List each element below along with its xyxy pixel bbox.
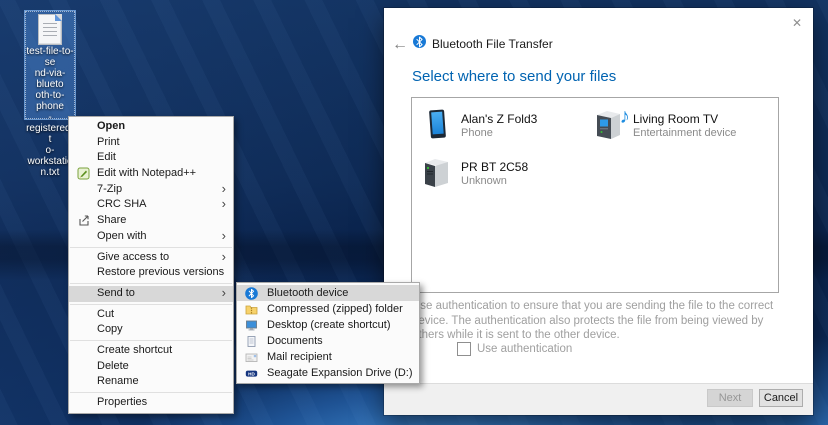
- context-menu-item-properties[interactable]: Properties: [69, 395, 233, 411]
- share-icon: [77, 214, 90, 227]
- use-authentication-label: Use authentication: [477, 343, 572, 355]
- menu-item-label: Delete: [97, 360, 129, 372]
- desktop-file-label-line: oth-to-phone: [25, 90, 75, 112]
- zipped-folder-icon: [245, 303, 258, 316]
- context-menu-item-crc-sha[interactable]: CRC SHA ›: [69, 197, 233, 213]
- context-menu-item-copy[interactable]: Copy: [69, 322, 233, 338]
- submenu-arrow-icon: ›: [222, 181, 226, 197]
- menu-separator: [70, 392, 232, 393]
- context-menu-item-edit[interactable]: Edit: [69, 150, 233, 166]
- context-menu-item-cut[interactable]: Cut: [69, 307, 233, 323]
- menu-item-label: Documents: [267, 335, 323, 347]
- submenu-arrow-icon: ›: [222, 196, 226, 212]
- menu-item-label: CRC SHA: [97, 198, 147, 210]
- device-item-living-room-tv[interactable]: ♪Living Room TVEntertainment device: [594, 106, 766, 154]
- send-to-item-mail-recipient[interactable]: Mail recipient: [237, 349, 419, 365]
- context-menu-item-give-access-to[interactable]: Give access to ›: [69, 250, 233, 266]
- menu-item-label: Share: [97, 214, 126, 226]
- music-note-icon: ♪: [620, 105, 631, 129]
- context-menu-item-7-zip[interactable]: 7-Zip ›: [69, 182, 233, 198]
- device-name: Living Room TV: [633, 108, 736, 126]
- context-menu-item-send-to[interactable]: Send to ›: [69, 286, 233, 302]
- menu-item-label: Give access to: [97, 251, 169, 263]
- menu-item-label: Restore previous versions: [97, 266, 224, 278]
- send-to-item-seagate-expansion-drive-d[interactable]: HD Seagate Expansion Drive (D:): [237, 365, 419, 381]
- notepad-plus-plus-icon: [77, 167, 90, 180]
- device-item-alan-s-z-fold3[interactable]: Alan's Z Fold3Phone: [422, 106, 594, 154]
- desktop-shortcut-icon: [245, 319, 258, 332]
- context-menu: OpenPrintEditEdit with Notepad++7-Zip›CR…: [68, 116, 234, 414]
- bluetooth-icon: [413, 35, 426, 48]
- desktop-file-label-line: nd-via-blueto: [25, 68, 75, 90]
- media-device-icon: ♪: [594, 108, 626, 144]
- context-menu-item-create-shortcut[interactable]: Create shortcut: [69, 343, 233, 359]
- menu-separator: [70, 247, 232, 248]
- context-menu-item-open[interactable]: Open: [69, 119, 233, 135]
- context-menu-item-delete[interactable]: Delete: [69, 359, 233, 375]
- device-type: Unknown: [461, 175, 528, 187]
- submenu-arrow-icon: ›: [222, 228, 226, 244]
- send-to-item-documents[interactable]: Documents: [237, 333, 419, 349]
- next-button[interactable]: Next: [707, 389, 753, 407]
- close-icon[interactable]: ✕: [792, 16, 802, 30]
- menu-separator: [70, 283, 232, 284]
- menu-item-label: Edit with Notepad++: [97, 167, 196, 179]
- menu-item-label: Create shortcut: [97, 344, 172, 356]
- context-menu-item-edit-with-notepad[interactable]: Edit with Notepad++: [69, 166, 233, 182]
- dialog-title: Bluetooth File Transfer: [432, 37, 553, 51]
- dialog-footer: Next Cancel: [384, 383, 813, 415]
- dialog-heading: Select where to send your files: [412, 68, 616, 85]
- menu-item-label: Mail recipient: [267, 351, 332, 363]
- device-type: Entertainment device: [633, 127, 736, 139]
- context-menu-item-restore-previous-versions[interactable]: Restore previous versions: [69, 265, 233, 281]
- menu-item-label: Edit: [97, 151, 116, 163]
- back-arrow-icon[interactable]: ←: [392, 36, 408, 54]
- menu-item-label: Send to: [97, 287, 135, 299]
- menu-item-label: Cut: [97, 308, 114, 320]
- desktop-background[interactable]: test-file-to-send-via-bluetooth-to-phone…: [0, 0, 828, 425]
- send-to-submenu: Bluetooth device Compressed (zipped) fold…: [236, 282, 420, 384]
- bluetooth-file-transfer-dialog: ✕ ← Bluetooth File Transfer Select where…: [384, 8, 813, 415]
- menu-item-label: Rename: [97, 375, 139, 387]
- menu-item-label: Copy: [97, 323, 123, 335]
- menu-item-label: Bluetooth device: [267, 287, 348, 299]
- bluetooth-icon: [245, 287, 258, 300]
- device-name: PR BT 2C58: [461, 156, 528, 174]
- context-menu-item-print[interactable]: Print: [69, 135, 233, 151]
- phone-icon: [422, 108, 454, 144]
- drive-icon: HD: [245, 367, 258, 380]
- use-authentication-checkbox[interactable]: [457, 342, 471, 356]
- send-to-item-bluetooth-device[interactable]: Bluetooth device: [237, 285, 419, 301]
- device-type: Phone: [461, 127, 537, 139]
- computer-tower-icon: [422, 156, 454, 192]
- documents-icon: [245, 335, 258, 348]
- device-list: Alan's Z Fold3Phone♪Living Room TVEntert…: [411, 97, 779, 293]
- menu-separator: [70, 304, 232, 305]
- mail-icon: [245, 351, 258, 364]
- send-to-item-compressed-zipped-folder[interactable]: Compressed (zipped) folder: [237, 301, 419, 317]
- desktop-file-icon[interactable]: test-file-to-send-via-bluetooth-to-phone…: [24, 10, 76, 120]
- desktop-file-label-line: test-file-to-se: [25, 46, 75, 68]
- cancel-button[interactable]: Cancel: [759, 389, 803, 407]
- menu-item-label: Seagate Expansion Drive (D:): [267, 367, 413, 379]
- menu-item-label: Open with: [97, 230, 147, 242]
- context-menu-item-share[interactable]: Share: [69, 213, 233, 229]
- menu-item-label: Print: [97, 136, 120, 148]
- device-name: Alan's Z Fold3: [461, 108, 537, 126]
- menu-separator: [70, 340, 232, 341]
- menu-item-label: Compressed (zipped) folder: [267, 303, 403, 315]
- submenu-arrow-icon: ›: [222, 249, 226, 265]
- device-item-pr-bt-2c58[interactable]: PR BT 2C58Unknown: [422, 154, 594, 202]
- submenu-arrow-icon: ›: [222, 285, 226, 301]
- send-to-item-desktop-create-shortcut[interactable]: Desktop (create shortcut): [237, 317, 419, 333]
- menu-item-label: Desktop (create shortcut): [267, 319, 391, 331]
- text-file-icon: [38, 14, 62, 45]
- menu-item-label: 7-Zip: [97, 183, 122, 195]
- menu-item-label: Properties: [97, 396, 147, 408]
- authentication-description: Use authentication to ensure that you ar…: [412, 299, 786, 343]
- svg-text:HD: HD: [248, 371, 255, 376]
- menu-item-label: Open: [97, 120, 125, 132]
- context-menu-item-rename[interactable]: Rename: [69, 374, 233, 390]
- context-menu-item-open-with[interactable]: Open with ›: [69, 229, 233, 245]
